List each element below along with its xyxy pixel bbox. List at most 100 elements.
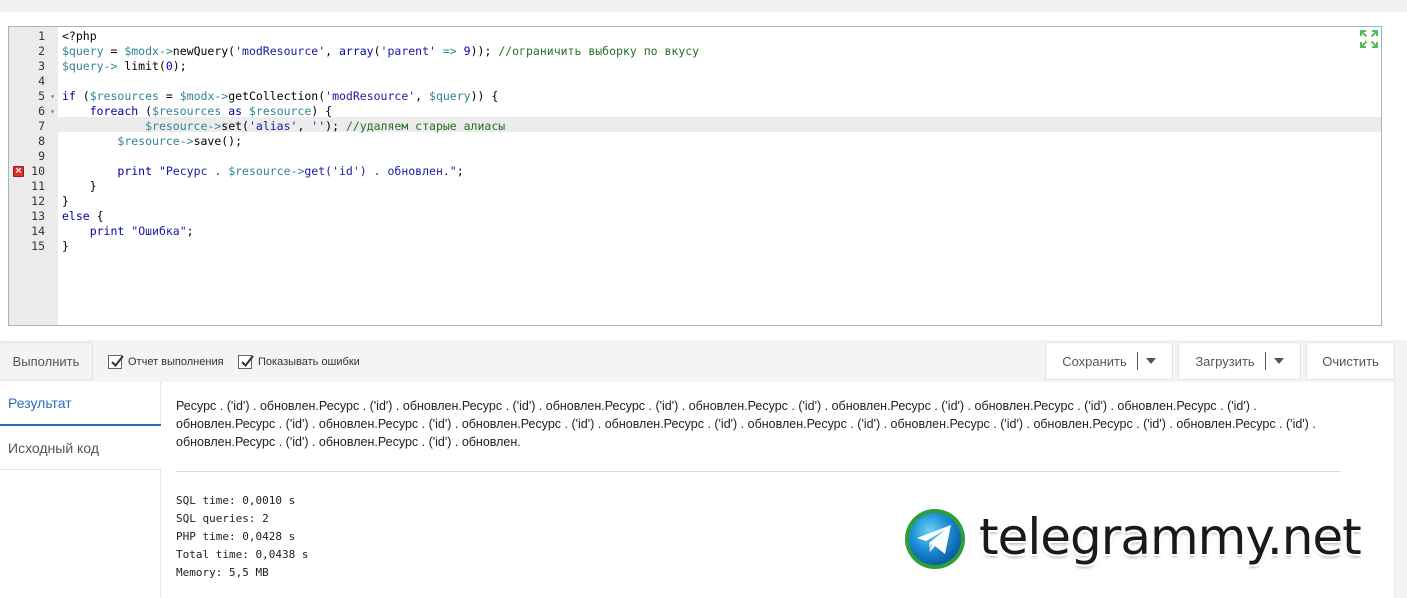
code-token: { [89,209,104,223]
code-token: ( [75,89,90,103]
code-area[interactable]: <?php $query = $modx->newQuery('modResour… [62,27,1381,325]
show-errors-checkbox[interactable]: Показывать ошибки [238,355,360,369]
run-button[interactable]: Выполнить [0,342,93,380]
checkbox-checked-icon[interactable] [238,355,254,369]
code-token: ( [138,104,153,118]
code-token: , [297,119,312,133]
code-token: , [415,89,430,103]
chevron-down-icon[interactable] [1273,358,1284,364]
line-number-text: 14 [31,224,45,238]
fold-arrow-icon[interactable]: ▾ [50,104,55,119]
line-number-text: 10 [31,164,45,178]
code-line[interactable]: if ($resources = $modx->getCollection('m… [62,89,498,104]
expand-arrows-icon[interactable] [1359,29,1379,49]
right-edge-panel [1394,382,1407,598]
line-number: 5 ▾ [9,89,58,104]
line-number-text: 13 [31,209,45,223]
tab-source[interactable]: Исходный код [0,426,161,470]
editor-gutter: 1 2 3 4 5 ▾ 6 ▾ 7 8 9 10 × 11 12 13 14 15 [9,27,58,325]
code-token: else [62,209,90,223]
code-token: => [442,44,457,58]
load-button[interactable]: Загрузить [1178,342,1301,380]
line-number-text: 7 [38,119,45,133]
result-output: Ресурс . ('id') . обновлен.Ресурс . ('id… [176,399,1316,449]
code-token: = [103,44,125,58]
code-line[interactable]: $query-> limit(0); [62,59,187,74]
code-token: "Ошибка" [131,224,187,238]
report-checkbox[interactable]: Отчет выполнения [108,355,224,369]
tab-result-label: Результат [8,395,72,411]
code-token: 'parent' [380,44,436,58]
watermark-text: telegrammy.net [979,508,1362,566]
save-button[interactable]: Сохранить [1045,342,1173,380]
code-line[interactable]: } [62,194,69,209]
code-token: foreach [89,104,139,118]
code-token: ; [186,224,194,238]
tab-source-label: Исходный код [8,439,99,456]
show-errors-checkbox-label: Показывать ошибки [258,356,360,368]
clear-button-label: Очистить [1322,353,1379,369]
chevron-down-icon[interactable] [1145,358,1156,364]
line-number-text: 6 [38,104,45,118]
code-token: $resource [249,104,312,118]
code-token: //ограничить выборку по вкусу [498,44,700,58]
checkbox-checked-icon[interactable] [108,355,124,369]
line-number: 8 [9,134,58,149]
code-token: $resource-> [228,164,305,178]
stat-sql-time: SQL time: 0,0010 s [176,494,296,507]
code-token: "Ресурс . [158,164,229,178]
line-number: 1 [9,29,58,44]
code-token: $query [62,44,104,58]
code-token: //удаляем старые алиасы [345,119,506,133]
code-token: get( [304,164,333,178]
code-token: $resources [152,104,222,118]
stat-php-time: PHP time: 0,0428 s [176,530,296,543]
code-token: as [228,104,243,118]
clear-button[interactable]: Очистить [1306,342,1395,380]
code-token: ) { [311,104,333,118]
code-line[interactable]: } [62,179,97,194]
code-token: $resources [89,89,159,103]
line-number: 7 [9,119,58,134]
code-line[interactable]: <?php [62,29,97,44]
code-token: )); [470,44,499,58]
code-editor[interactable]: 1 2 3 4 5 ▾ 6 ▾ 7 8 9 10 × 11 12 13 14 15 <?php $query = $… [8,26,1382,326]
code-token: $resource-> [117,134,194,148]
code-line[interactable]: $resource->save(); [62,134,242,149]
code-line[interactable]: print "Ошибка"; [62,224,194,239]
fold-arrow-icon[interactable]: ▾ [50,89,55,104]
line-number: 11 [9,179,58,194]
code-line[interactable]: $resource->set('alias', ''); //удаляем с… [62,119,505,134]
line-number: 12 [9,194,58,209]
code-token: 0 [165,59,173,73]
code-line[interactable]: print "Ресурс . $resource->get('id') . о… [62,164,463,179]
code-line[interactable]: $query = $modx->newQuery('modResource', … [62,44,699,59]
code-line[interactable]: else { [62,209,104,224]
code-token: } [89,179,97,193]
code-token: ( [373,44,381,58]
execution-stats: SQL time: 0,0010 s SQL queries: 2 PHP time… [176,492,308,582]
code-token: 'modResource' [235,44,326,58]
code-line[interactable]: } [62,239,69,254]
error-marker-icon[interactable]: × [13,166,24,177]
code-token: )) { [470,89,499,103]
stat-total-time: Total time: 0,0438 s [176,548,309,561]
code-token: set( [221,119,249,133]
code-token: print [89,224,125,238]
line-number: 4 [9,74,58,89]
telegram-logo-icon [905,509,965,569]
code-line[interactable]: foreach ($resources as $resource) { [62,104,332,119]
code-token: ) . обновлен." [359,164,457,178]
line-number-text: 5 [38,89,45,103]
code-token: limit( [117,59,166,73]
code-token: print [117,164,153,178]
split-divider [1136,352,1138,370]
code-token: getCollection( [228,89,326,103]
line-number-text: 1 [38,29,45,43]
tab-result[interactable]: Результат [0,382,161,426]
